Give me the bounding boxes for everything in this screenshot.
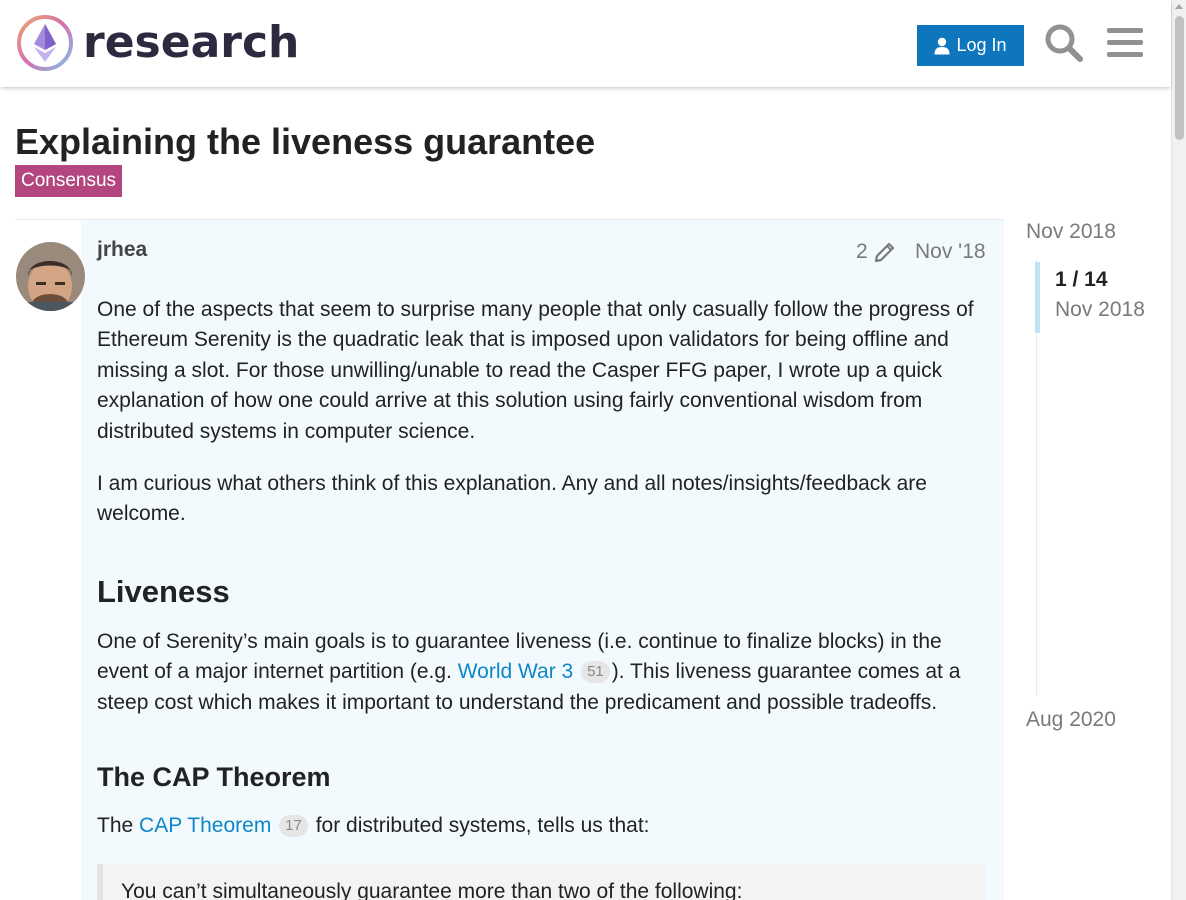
post-paragraph: One of Serenity’s main goals is to guara… [97,627,989,718]
post-paragraph: The CAP Theorem 17 for distributed syste… [97,811,989,841]
page-scrollbar[interactable] [1171,0,1186,900]
blockquote-text: You can’t simultaneously guarantee more … [121,880,743,900]
link-click-count: 17 [279,815,308,837]
link-click-count: 51 [581,661,610,684]
timeline-position-date: Nov 2018 [1055,298,1145,321]
login-button[interactable]: Log In [917,25,1024,66]
site-logo[interactable]: research [16,14,299,72]
site-name: research [83,17,300,68]
edit-count: 2 [856,240,868,263]
paragraph-text: for distributed systems, tells us that: [309,814,650,837]
post-paragraph: One of the aspects that seem to surprise… [97,298,974,443]
hamburger-menu-icon[interactable] [1104,22,1146,64]
edit-history-button[interactable]: 2 [856,240,896,264]
category-badge[interactable]: Consensus [15,165,123,197]
pencil-icon [874,242,894,263]
post-username[interactable]: jrhea [97,238,147,262]
scroll-thumb[interactable] [1175,16,1184,140]
timeline-handle[interactable] [1035,262,1040,333]
link-cap-theorem[interactable]: CAP Theorem [139,814,271,837]
site-header: research Log In [0,0,1171,87]
timeline-end-date[interactable]: Aug 2020 [1026,708,1116,732]
paragraph-text: The [97,814,140,837]
post-paragraph: I am curious what others think of this e… [97,472,927,526]
avatar[interactable] [16,242,85,311]
login-label: Log In [956,35,1007,55]
topic-title[interactable]: Explaining the liveness guarantee [15,120,595,164]
search-icon[interactable] [1043,22,1085,64]
timeline-start-date[interactable]: Nov 2018 [1026,220,1116,244]
section-heading-liveness: Liveness [97,574,230,609]
timeline-position: 1 / 14 [1055,268,1108,291]
scroll-up-arrow-icon[interactable] [1175,4,1183,9]
section-heading-cap: The CAP Theorem [97,762,331,792]
user-icon [934,37,950,54]
post-date[interactable]: Nov '18 [915,240,986,264]
ethereum-logo-icon [17,15,73,71]
link-world-war-3[interactable]: World War 3 [458,660,574,683]
